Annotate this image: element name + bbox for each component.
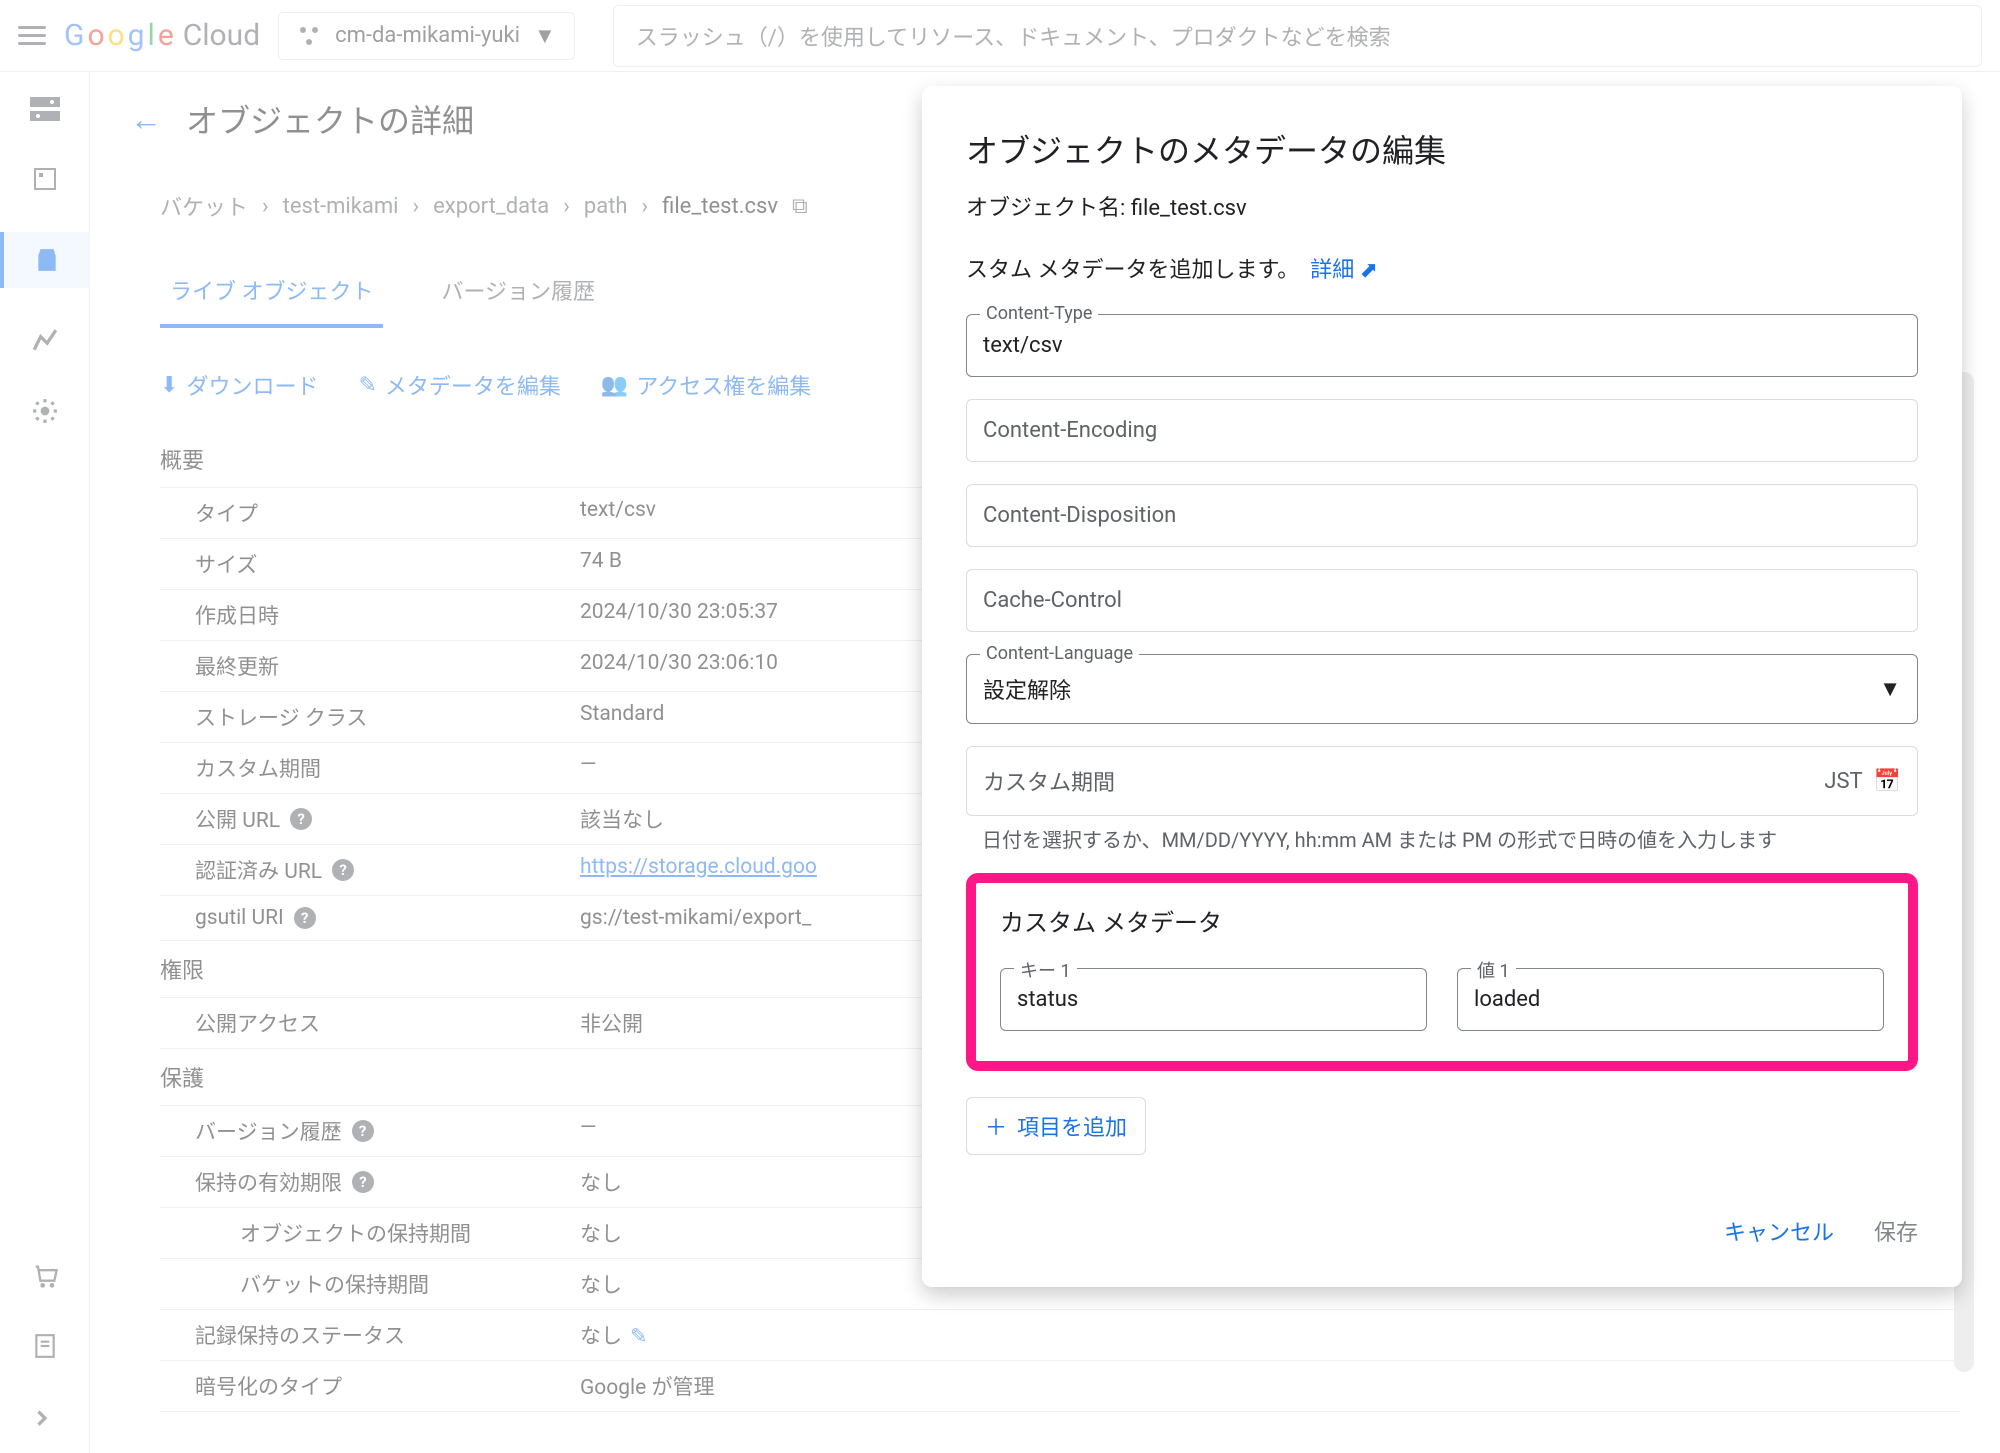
edit-metadata-dialog: オブジェクトのメタデータの編集 オブジェクト名: file_test.csv ス…: [922, 86, 1962, 1287]
custom-metadata-title: カスタム メタデータ: [1000, 903, 1884, 938]
metadata-value-field[interactable]: 値 1 loaded: [1457, 968, 1884, 1031]
plus-icon: ＋: [985, 1110, 1007, 1142]
cancel-button[interactable]: キャンセル: [1724, 1215, 1834, 1247]
content-disposition-field[interactable]: Content-Disposition: [966, 484, 1918, 547]
dialog-help-text: スタム メタデータを追加します。 詳細 ⬈: [966, 252, 1918, 284]
dialog-actions: キャンセル 保存: [966, 1215, 1918, 1247]
content-language-field[interactable]: Content-Language 設定解除 ▼: [966, 654, 1918, 724]
details-link[interactable]: 詳細 ⬈: [1310, 258, 1378, 283]
content-encoding-field[interactable]: Content-Encoding: [966, 399, 1918, 462]
dialog-object-name: オブジェクト名: file_test.csv: [966, 190, 1918, 222]
custom-time-field[interactable]: カスタム期間 JST 📅: [966, 746, 1918, 816]
dialog-title: オブジェクトのメタデータの編集: [966, 126, 1918, 172]
date-hint: 日付を選択するか、MM/DD/YYYY, hh:mm AM または PM の形式…: [966, 824, 1918, 853]
calendar-icon[interactable]: 📅: [1874, 769, 1901, 794]
chevron-down-icon: ▼: [1879, 676, 1901, 702]
external-link-icon: ⬈: [1360, 258, 1378, 283]
metadata-key-field[interactable]: キー 1 status: [1000, 968, 1427, 1031]
custom-metadata-section: カスタム メタデータ キー 1 status 値 1 loaded: [966, 873, 1918, 1071]
cache-control-field[interactable]: Cache-Control: [966, 569, 1918, 632]
add-item-button[interactable]: ＋ 項目を追加: [966, 1097, 1146, 1155]
save-button[interactable]: 保存: [1874, 1215, 1918, 1247]
content-type-field[interactable]: Content-Type text/csv: [966, 314, 1918, 377]
